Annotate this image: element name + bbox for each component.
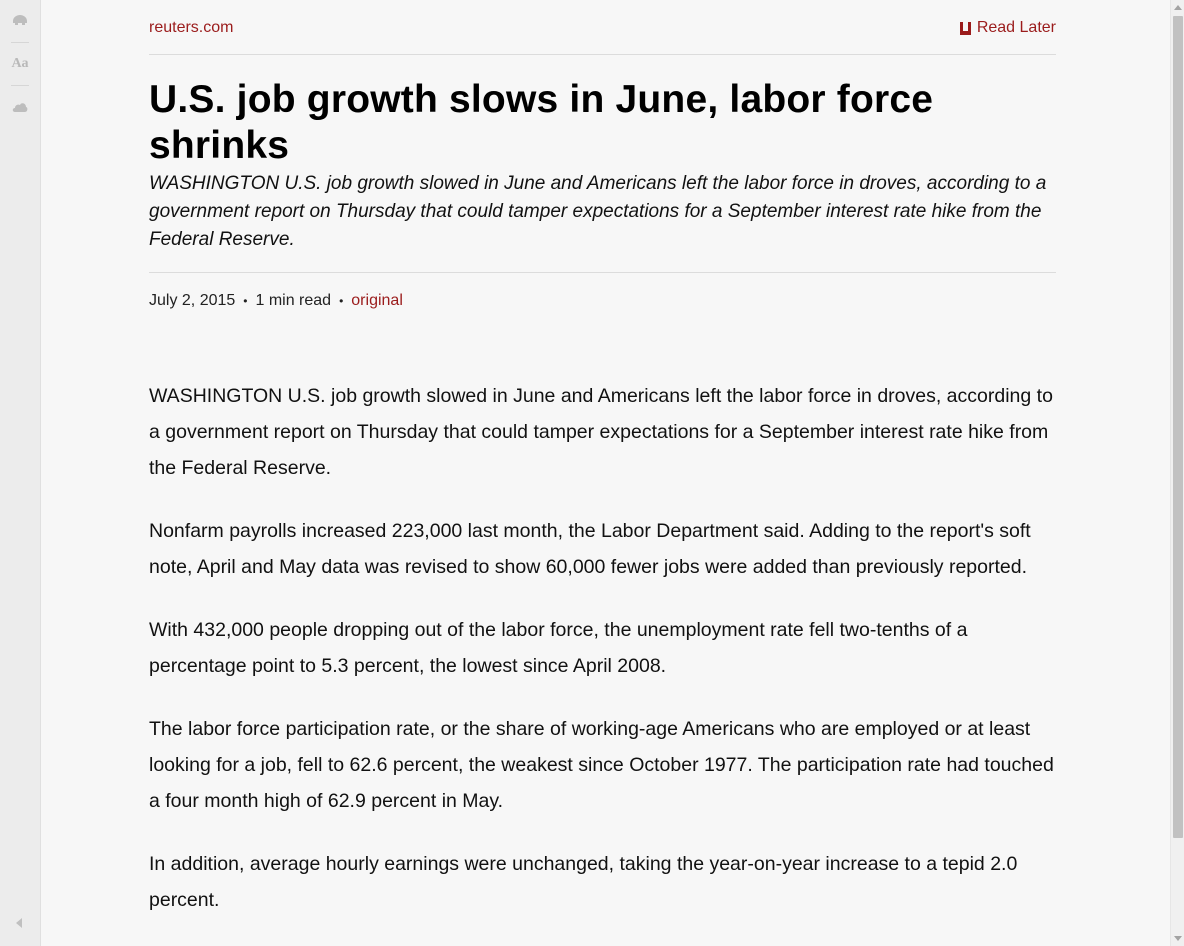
meta-separator: • — [339, 294, 344, 308]
paragraph: The labor force participation rate, or t… — [149, 718, 1054, 812]
read-time: 1 min read — [255, 292, 332, 309]
read-later-label: Read Later — [976, 19, 1056, 36]
toolbar-divider — [11, 42, 29, 43]
read-later-button[interactable]: Read Later — [959, 19, 1056, 37]
paragraph: Nonfarm payrolls increased 223,000 last … — [149, 520, 1031, 578]
pocket-icon[interactable] — [0, 0, 40, 40]
article: reuters.com Read Later U.S. job growth s… — [149, 0, 1056, 945]
article-title: U.S. job growth slows in June, labor for… — [149, 78, 934, 167]
scrollbar-thumb[interactable] — [1173, 16, 1183, 838]
paragraph: WASHINGTON U.S. job growth slowed in Jun… — [149, 385, 1053, 479]
left-toolbar: Aa — [0, 0, 41, 946]
vertical-scrollbar[interactable] — [1170, 0, 1184, 946]
toolbar-divider — [11, 85, 29, 86]
article-body: WASHINGTON U.S. job growth slowed in Jun… — [149, 378, 1056, 918]
bookmark-icon — [959, 21, 971, 35]
paragraph: With 432,000 people dropping out of the … — [149, 619, 968, 677]
scroll-up-icon[interactable] — [1174, 5, 1182, 10]
collapse-toolbar-icon[interactable] — [16, 918, 22, 928]
cloud-icon[interactable] — [0, 87, 40, 127]
font-settings-icon[interactable]: Aa — [0, 44, 40, 84]
article-header-bar: reuters.com Read Later — [149, 0, 1056, 55]
scroll-down-icon[interactable] — [1174, 936, 1182, 941]
source-link[interactable]: reuters.com — [149, 19, 233, 37]
publish-date: July 2, 2015 — [149, 292, 236, 309]
paragraph: In addition, average hourly earnings wer… — [149, 853, 1018, 911]
article-dek: WASHINGTON U.S. job growth slowed in Jun… — [149, 170, 1056, 273]
meta-separator: • — [243, 294, 248, 308]
article-meta: July 2, 2015 • 1 min read • original — [149, 292, 1056, 310]
font-settings-label: Aa — [11, 56, 29, 71]
original-link[interactable]: original — [351, 292, 403, 310]
